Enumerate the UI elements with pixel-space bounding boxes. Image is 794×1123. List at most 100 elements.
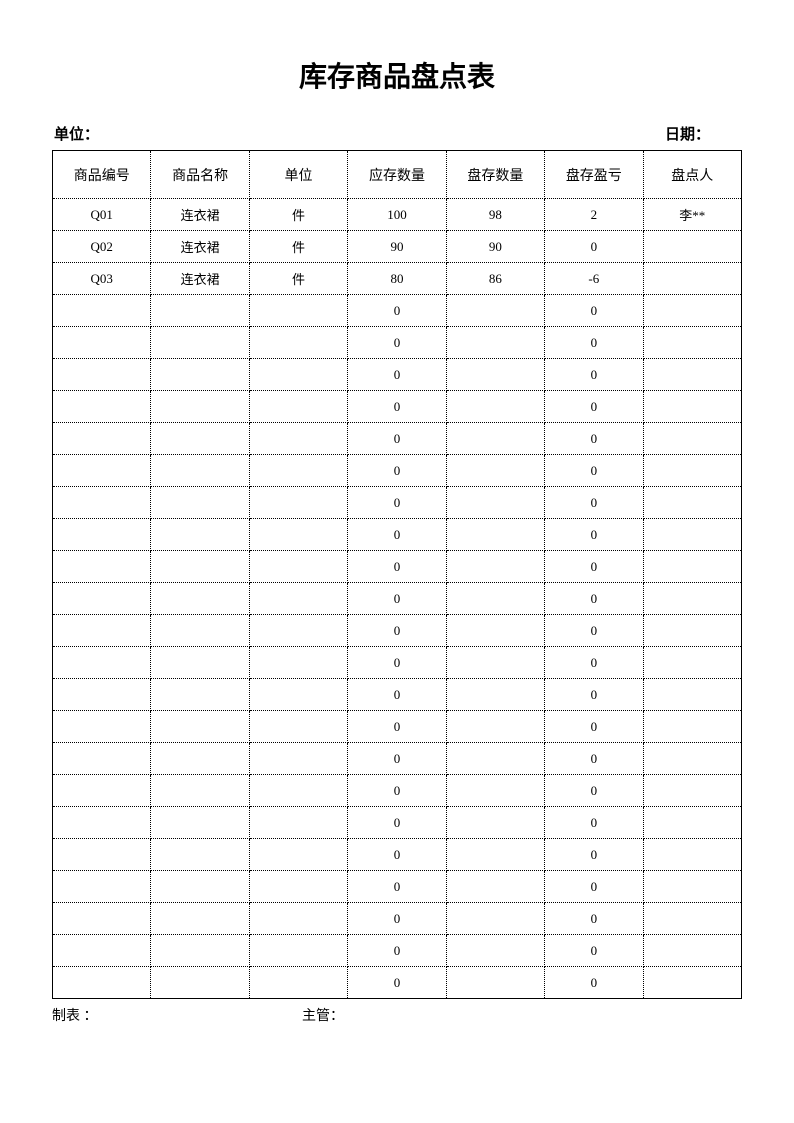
cell-name	[151, 551, 249, 583]
cell-actual	[446, 775, 544, 807]
cell-actual	[446, 743, 544, 775]
cell-diff: 0	[545, 775, 643, 807]
cell-unit	[249, 711, 347, 743]
table-row: 00	[53, 871, 742, 903]
cell-expected: 0	[348, 839, 446, 871]
cell-unit	[249, 487, 347, 519]
cell-diff: 0	[545, 743, 643, 775]
cell-code	[53, 551, 151, 583]
cell-counter	[643, 679, 741, 711]
cell-name	[151, 455, 249, 487]
cell-unit	[249, 679, 347, 711]
cell-code	[53, 871, 151, 903]
cell-name: 连衣裙	[151, 199, 249, 231]
cell-diff: 0	[545, 583, 643, 615]
header-info-line: 单位： 日期：	[52, 123, 742, 144]
cell-counter	[643, 935, 741, 967]
cell-counter: 李**	[643, 199, 741, 231]
col-code: 商品编号	[53, 151, 151, 199]
cell-name	[151, 871, 249, 903]
cell-expected: 0	[348, 551, 446, 583]
table-row: 00	[53, 391, 742, 423]
col-diff: 盘存盈亏	[545, 151, 643, 199]
cell-expected: 0	[348, 775, 446, 807]
cell-expected: 0	[348, 327, 446, 359]
cell-actual	[446, 615, 544, 647]
table-row: 00	[53, 647, 742, 679]
cell-actual	[446, 551, 544, 583]
cell-counter	[643, 743, 741, 775]
cell-diff: 0	[545, 295, 643, 327]
cell-diff: 0	[545, 519, 643, 551]
cell-name	[151, 711, 249, 743]
table-row: 00	[53, 935, 742, 967]
cell-actual	[446, 679, 544, 711]
preparer-label: 制表 ：	[52, 1005, 302, 1025]
table-row: 00	[53, 903, 742, 935]
cell-actual	[446, 455, 544, 487]
cell-code: Q01	[53, 199, 151, 231]
cell-code	[53, 359, 151, 391]
cell-diff: 0	[545, 679, 643, 711]
table-row: 00	[53, 295, 742, 327]
cell-unit	[249, 871, 347, 903]
cell-name	[151, 903, 249, 935]
cell-counter	[643, 807, 741, 839]
cell-name	[151, 519, 249, 551]
cell-code	[53, 423, 151, 455]
cell-counter	[643, 551, 741, 583]
cell-diff: 0	[545, 839, 643, 871]
cell-code	[53, 711, 151, 743]
table-row: 00	[53, 423, 742, 455]
cell-diff: 0	[545, 615, 643, 647]
cell-unit: 件	[249, 199, 347, 231]
cell-code	[53, 583, 151, 615]
cell-diff: -6	[545, 263, 643, 295]
cell-expected: 0	[348, 647, 446, 679]
cell-name	[151, 967, 249, 999]
cell-name	[151, 391, 249, 423]
cell-counter	[643, 487, 741, 519]
cell-expected: 0	[348, 295, 446, 327]
table-row: 00	[53, 327, 742, 359]
cell-name	[151, 807, 249, 839]
cell-counter	[643, 903, 741, 935]
table-row: Q01连衣裙件100982李**	[53, 199, 742, 231]
cell-actual	[446, 967, 544, 999]
cell-name	[151, 679, 249, 711]
cell-expected: 0	[348, 711, 446, 743]
cell-actual	[446, 295, 544, 327]
cell-actual: 90	[446, 231, 544, 263]
cell-code	[53, 327, 151, 359]
cell-code	[53, 839, 151, 871]
cell-unit	[249, 839, 347, 871]
col-unit: 单位	[249, 151, 347, 199]
cell-actual	[446, 807, 544, 839]
cell-actual	[446, 487, 544, 519]
cell-unit: 件	[249, 231, 347, 263]
cell-diff: 0	[545, 391, 643, 423]
col-counter: 盘点人	[643, 151, 741, 199]
cell-actual	[446, 935, 544, 967]
cell-actual	[446, 423, 544, 455]
table-row: 00	[53, 807, 742, 839]
cell-code	[53, 967, 151, 999]
cell-expected: 90	[348, 231, 446, 263]
cell-expected: 0	[348, 423, 446, 455]
table-header-row: 商品编号 商品名称 单位 应存数量 盘存数量 盘存盈亏 盘点人	[53, 151, 742, 199]
cell-expected: 0	[348, 359, 446, 391]
table-row: 00	[53, 839, 742, 871]
date-label: 日期：	[665, 123, 710, 144]
cell-code	[53, 391, 151, 423]
page-title: 库存商品盘点表	[52, 55, 742, 95]
table-row: 00	[53, 743, 742, 775]
cell-expected: 0	[348, 583, 446, 615]
table-row: 00	[53, 519, 742, 551]
cell-expected: 0	[348, 935, 446, 967]
cell-actual: 86	[446, 263, 544, 295]
cell-expected: 0	[348, 743, 446, 775]
cell-unit	[249, 903, 347, 935]
cell-code	[53, 903, 151, 935]
cell-counter	[643, 711, 741, 743]
cell-unit	[249, 935, 347, 967]
